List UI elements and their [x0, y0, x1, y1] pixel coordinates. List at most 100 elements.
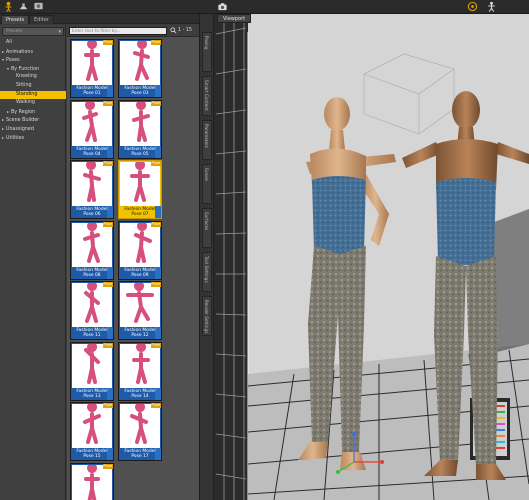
tree-item-label: Utilities — [6, 135, 25, 141]
tree-item-by-function[interactable]: ▾ By Function — [0, 65, 66, 74]
side-tab-surfaces[interactable]: Surfaces — [202, 208, 212, 248]
pose-thumbnail — [120, 283, 160, 327]
main-toolbar — [0, 0, 529, 14]
side-tab-smart-content[interactable]: Smart Content — [202, 76, 212, 116]
viewport-tab[interactable]: Viewport — [217, 14, 252, 23]
side-tab-label: Scene — [204, 168, 209, 181]
pose-badge: Pose — [150, 282, 161, 287]
category-dropdown-label: Presets — [6, 29, 23, 34]
preset-tile[interactable]: Pose Fashion Model Pose 04 — [70, 99, 114, 159]
preset-label: Fashion Model Pose 15 — [76, 449, 108, 460]
pose-tool-icon[interactable] — [3, 1, 14, 12]
tree-item-scene-builder[interactable]: ▸ Scene Builder — [0, 116, 66, 125]
tree-item-sitting[interactable]: Sitting — [0, 82, 66, 91]
pose-badge: Pose — [102, 342, 113, 348]
preset-tile[interactable]: Pose Fashion Model Pose 11 — [70, 281, 114, 340]
viewport[interactable]: Viewport — [214, 14, 529, 500]
preset-tile[interactable]: Pose Fashion Model Pose 14 — [118, 341, 162, 401]
preset-label: Fashion Model Pose 06 — [76, 207, 108, 218]
pose-thumbnail — [72, 404, 112, 448]
side-tab-render-settings[interactable]: Render Settings — [202, 296, 212, 336]
preset-tile[interactable]: Pose Fashion Model Pose 03 — [118, 39, 162, 98]
pose-badge: Pose — [102, 463, 113, 469]
preset-label: Fashion Model Pose 12 — [124, 328, 156, 339]
preset-label: Fashion Model Pose 08 — [76, 267, 108, 278]
side-tab-tool-settings[interactable]: Tool Settings — [202, 252, 212, 292]
pose-thumbnail — [72, 41, 112, 85]
tree-item-label: Poses — [6, 58, 20, 64]
camera-icon[interactable] — [217, 1, 228, 12]
pose-thumbnail — [72, 283, 112, 327]
tab-presets[interactable]: Presets — [1, 15, 30, 24]
tree-item-kneeling[interactable]: Kneeling — [0, 73, 66, 82]
figure-tool-icon[interactable] — [18, 1, 29, 12]
figure-settings-icon[interactable] — [486, 1, 497, 12]
tree-item-utilities[interactable]: ▸ Utilities — [0, 134, 66, 143]
pose-badge: Pose — [102, 40, 113, 45]
side-tab-label: Parameters — [204, 124, 209, 148]
content-library-pane: Presets Editor Presets ▾ All ▸ Animations ▾… — [0, 14, 199, 500]
tree-item-label: Kneeling — [16, 74, 37, 80]
pose-badge: Pose — [150, 403, 161, 408]
category-list: All ▸ Animations ▾ Poses ▾ By Function Kneeling… — [0, 39, 66, 142]
viewport-scene[interactable] — [214, 14, 529, 500]
tree-item-all[interactable]: All — [0, 39, 66, 48]
preset-tile[interactable]: Pose Fashion Model Pose 12 — [118, 281, 162, 340]
pose-badge: Pose — [102, 282, 113, 287]
search-icon[interactable] — [170, 27, 177, 34]
render-icon[interactable] — [33, 1, 44, 12]
pose-thumbnail — [120, 222, 160, 267]
pose-badge: Pose — [150, 221, 161, 227]
preset-tile[interactable]: Pose Fashion Model Pose 13 — [70, 341, 114, 401]
result-count: 1 - 15 — [178, 27, 192, 33]
tree-item-label: By Function — [11, 66, 40, 72]
tree-item-label: Scene Builder — [6, 118, 40, 124]
pose-badge: Pose — [102, 161, 113, 166]
side-tab-posing[interactable]: Posing — [202, 32, 212, 72]
pose-thumbnail — [72, 222, 112, 267]
pose-thumbnail — [72, 162, 112, 206]
help-icon[interactable] — [467, 1, 478, 12]
category-dropdown[interactable]: Presets ▾ — [2, 27, 64, 36]
preset-tile[interactable]: Pose Fashion Model Pose 06 — [70, 160, 114, 219]
side-tab-label: Smart Content — [204, 80, 209, 111]
pose-badge: Pose — [102, 221, 113, 227]
preset-label: Fashion Model Pose 11 — [76, 328, 108, 339]
preset-tile[interactable]: Pose Fashion Model Pose 09 — [118, 220, 162, 280]
filter-input[interactable]: Enter text to filter by... — [69, 27, 167, 35]
pose-thumbnail — [72, 343, 112, 388]
tree-item-by-region[interactable]: ▸ By Region — [0, 108, 66, 117]
pose-badge: Pose — [150, 100, 161, 106]
pose-badge: Pose — [102, 100, 113, 106]
preset-tile[interactable]: Pose — [70, 462, 114, 500]
pose-badge: Pose — [150, 161, 161, 166]
preset-tile[interactable]: Pose Fashion Model Pose 01 — [70, 39, 114, 98]
preset-label: Fashion Model Pose 05 — [124, 146, 156, 157]
tab-editor[interactable]: Editor — [29, 15, 54, 24]
pose-thumbnail — [120, 162, 160, 206]
tree-item-label: Unassigned — [6, 126, 34, 132]
tree-item-animations[interactable]: ▸ Animations — [0, 48, 66, 57]
tree-item-label: By Region — [11, 109, 36, 115]
pose-badge: Pose — [150, 40, 161, 45]
daz-studio-window: Presets Editor Presets ▾ All ▸ Animations ▾… — [0, 0, 529, 500]
preset-tile[interactable]: Pose Fashion Model Pose 08 — [70, 220, 114, 280]
side-tab-scene[interactable]: Scene — [202, 164, 212, 204]
preset-tile[interactable]: Pose Fashion Model Pose 07 — [118, 160, 162, 219]
tree-item-poses[interactable]: ▾ Poses — [0, 56, 66, 65]
tree-item-label: Standing — [16, 91, 38, 97]
tree-item-walking[interactable]: Walking — [0, 99, 66, 108]
preset-tile[interactable]: Pose Fashion Model Pose 17 — [118, 402, 162, 461]
presets-content-area: Enter text to filter by... 1 - 15 Pose Fa… — [67, 25, 199, 500]
preset-tile[interactable]: Pose Fashion Model Pose 15 — [70, 402, 114, 461]
tree-item-standing[interactable]: Standing — [0, 90, 66, 100]
preset-label: Fashion Model Pose 04 — [76, 146, 108, 157]
pose-thumbnail — [120, 404, 160, 448]
pose-badge: Pose — [102, 403, 113, 408]
side-tab-parameters[interactable]: Parameters — [202, 120, 212, 160]
filter-bar: Enter text to filter by... 1 - 15 — [67, 25, 199, 37]
preset-tile[interactable]: Pose Fashion Model Pose 05 — [118, 99, 162, 159]
tree-item-unassigned[interactable]: ▸ Unassigned — [0, 125, 66, 134]
chevron-down-icon: ▾ — [58, 29, 61, 35]
tree-item-label: Sitting — [16, 82, 32, 88]
